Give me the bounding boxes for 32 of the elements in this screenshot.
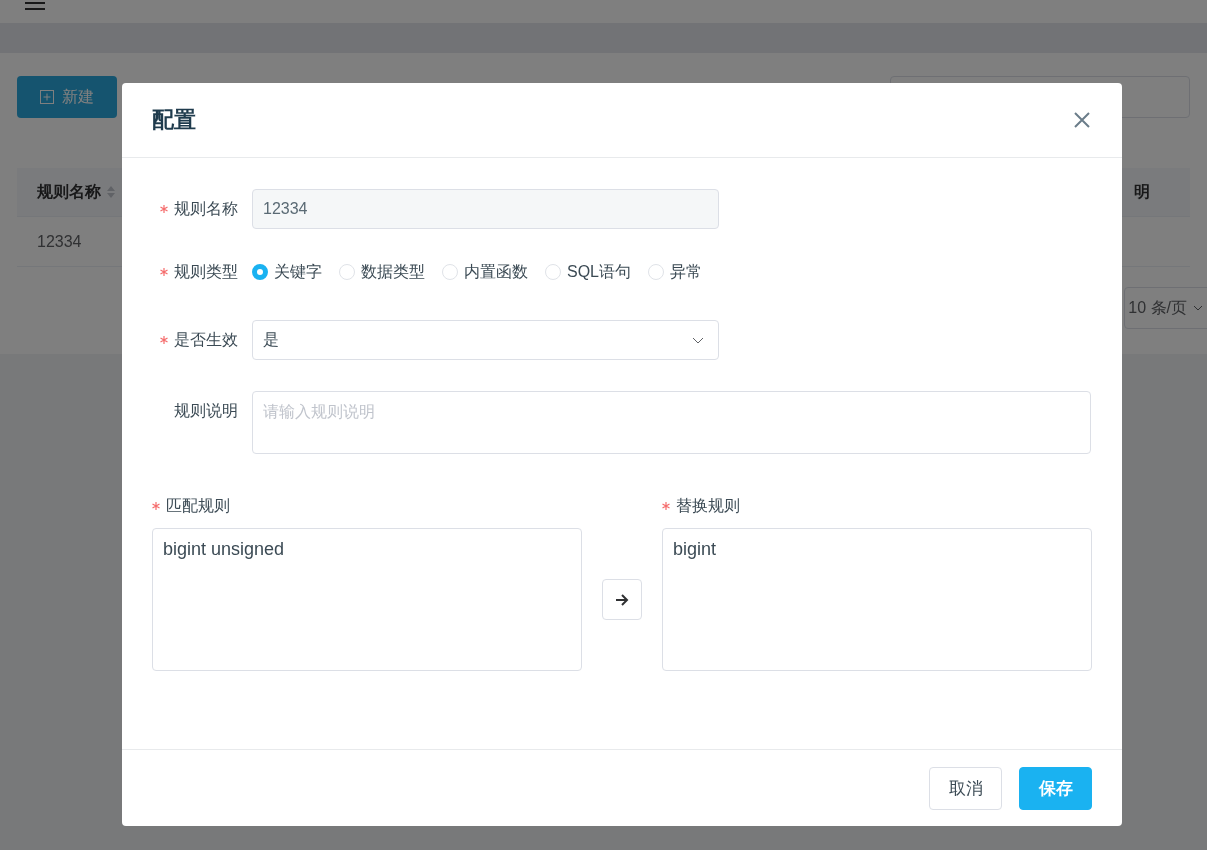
required-asterisk-icon [160, 268, 168, 276]
chevron-down-icon [692, 336, 704, 344]
required-asterisk-icon [152, 502, 160, 510]
radio-option[interactable]: 数据类型 [339, 261, 425, 283]
menu-icon[interactable] [25, 0, 45, 10]
required-asterisk-icon [160, 336, 168, 344]
close-icon[interactable] [1074, 112, 1090, 128]
chevron-down-icon [1193, 305, 1203, 311]
field-label: 规则类型 [174, 261, 238, 282]
radio-option[interactable]: 异常 [648, 261, 702, 283]
field-label: 替换规则 [676, 495, 740, 516]
replace-rule-field[interactable]: bigint [662, 528, 1092, 671]
field-label: 是否生效 [174, 329, 238, 350]
match-rule-field[interactable]: bigint unsigned [152, 528, 582, 671]
field-label: 规则名称 [174, 198, 238, 219]
enabled-select[interactable]: 是 [252, 320, 719, 360]
cancel-button[interactable]: 取消 [929, 766, 1002, 810]
field-label: 匹配规则 [166, 495, 230, 516]
column-header: 明 [1134, 181, 1150, 202]
radio-option[interactable]: SQL语句 [545, 261, 631, 283]
required-asterisk-icon [160, 205, 168, 213]
required-asterisk-icon [662, 502, 670, 510]
radio-option[interactable]: 关键字 [252, 261, 322, 283]
dialog-title: 配置 [152, 106, 196, 134]
field-label: 规则说明 [174, 400, 238, 421]
column-header: 规则名称 [37, 181, 101, 202]
arrow-button[interactable] [602, 579, 642, 620]
plus-square-icon [40, 90, 54, 104]
radio-option[interactable]: 内置函数 [442, 261, 528, 283]
description-field[interactable]: 请输入规则说明 [252, 391, 1091, 454]
arrow-right-icon [615, 593, 629, 606]
table-cell: 12334 [37, 232, 82, 251]
